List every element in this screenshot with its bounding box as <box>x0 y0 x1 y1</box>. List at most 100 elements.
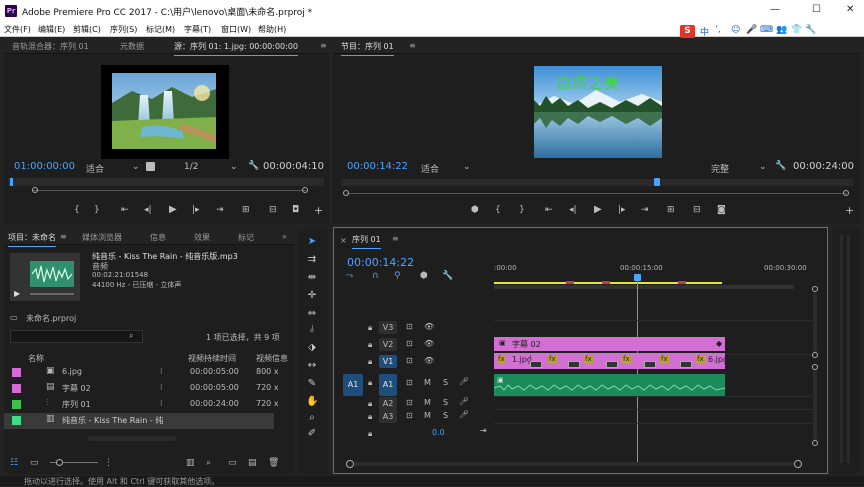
v1-clips[interactable]: fx 1.jpg fx fx fx fx fx 6.jpg <box>494 353 728 369</box>
tab-program[interactable]: 节目：序列 01 <box>341 41 394 56</box>
time-ruler-track[interactable] <box>494 285 794 289</box>
rolling-edit-tool-icon[interactable]: ✛ <box>306 290 318 301</box>
v-scroll-handle-mid[interactable] <box>812 352 818 358</box>
zoom-tool-icon[interactable]: ⌕ <box>306 412 318 423</box>
add-button-icon[interactable]: + <box>314 204 323 217</box>
video-vertical-scrollbar[interactable] <box>813 292 817 352</box>
sync-lock-icon[interactable]: ⊡ <box>406 411 413 420</box>
chevron-down-icon[interactable]: ⌄ <box>463 162 471 172</box>
close-tab-icon[interactable]: × <box>340 236 347 245</box>
tab-audio-mixer[interactable]: 音轨混合器：序列 01 <box>12 41 89 52</box>
icon-view-icon[interactable]: ▭ <box>30 458 39 468</box>
solo-button[interactable]: S <box>443 398 448 407</box>
zoom-handle-left[interactable] <box>32 187 38 193</box>
selection-tool-icon[interactable]: ➤ <box>306 236 318 247</box>
track-a1-label[interactable]: A1 <box>379 374 397 396</box>
go-to-out-icon[interactable]: ⇥ <box>216 205 224 215</box>
play-icon[interactable]: ▶ <box>594 204 602 215</box>
wrench-icon[interactable]: 🔧 <box>775 161 786 171</box>
v-scroll-handle-bottom[interactable] <box>812 440 818 446</box>
zoom-slider-handle[interactable] <box>56 459 63 466</box>
sort-icon[interactable]: ⋮ <box>104 458 113 468</box>
project-panel-menu-icon[interactable]: ≡ <box>60 232 67 241</box>
preview-scrubber[interactable] <box>30 293 74 295</box>
timeline-settings-wrench-icon[interactable]: 🔧 <box>442 271 453 281</box>
track-v1-label[interactable]: V1 <box>379 355 397 368</box>
step-back-icon[interactable]: ◂| <box>144 205 152 215</box>
sync-lock-icon[interactable]: ⊡ <box>406 322 413 331</box>
step-forward-icon[interactable]: |▸ <box>618 205 626 215</box>
source-panel-menu-icon[interactable]: ≡ <box>320 41 327 50</box>
menu-marker[interactable]: 标记(M) <box>146 24 175 35</box>
sync-lock-icon[interactable]: ⊡ <box>406 398 413 407</box>
source-scrub-bar[interactable] <box>8 178 324 186</box>
ime-user-icon[interactable]: 👥 <box>776 25 787 35</box>
sync-lock-icon[interactable]: ⊡ <box>406 356 413 365</box>
tab-effects[interactable]: 效果 <box>194 232 210 243</box>
eye-icon[interactable]: 👁 <box>424 339 434 348</box>
microphone-icon[interactable]: 🎤︎ <box>459 377 469 386</box>
master-volume-value[interactable]: 0.0 <box>432 428 445 437</box>
tab-project[interactable]: 项目：未命名 <box>8 232 56 247</box>
insert-icon[interactable]: ⊞ <box>242 205 250 215</box>
automate-to-sequence-icon[interactable]: ▥ <box>186 458 195 468</box>
sync-lock-icon[interactable]: ⊡ <box>406 378 413 387</box>
mark-in-icon[interactable]: { <box>495 205 501 215</box>
ime-voice-icon[interactable]: 🎤 <box>746 25 757 35</box>
eye-icon[interactable]: 👁 <box>424 356 434 365</box>
delete-icon[interactable]: 🗑 <box>268 458 279 468</box>
sync-lock-icon[interactable]: ⊡ <box>406 339 413 348</box>
lock-icon[interactable]: 🔒︎ <box>368 399 372 409</box>
snap-icon[interactable]: ∩ <box>372 271 379 281</box>
tab-markers[interactable]: 标记 <box>238 232 254 243</box>
ime-emoji-icon[interactable]: ☺ <box>731 25 740 35</box>
tab-metadata[interactable]: 元数据 <box>120 41 144 52</box>
zoom-handle-right[interactable] <box>843 190 849 196</box>
source-resolution-dropdown[interactable]: 1/2 <box>184 162 198 172</box>
ime-chinese-toggle[interactable]: 中 <box>700 25 709 38</box>
program-fit-dropdown[interactable]: 适合 <box>421 162 439 175</box>
linked-selection-icon[interactable]: ⚲ <box>394 271 401 281</box>
program-panel-menu-icon[interactable]: ≡ <box>409 41 416 50</box>
h-scroll-handle-left[interactable] <box>346 460 354 468</box>
microphone-icon[interactable]: 🎤︎ <box>459 410 469 419</box>
overwrite-icon[interactable]: ⊟ <box>269 205 277 215</box>
h-scroll-handle-right[interactable] <box>794 460 802 468</box>
maximize-button[interactable]: ☐ <box>812 4 821 15</box>
extract-icon[interactable]: ⊟ <box>693 205 701 215</box>
project-search-input[interactable]: ⌕ <box>10 330 143 343</box>
program-playhead[interactable] <box>654 178 660 186</box>
pen-alt-tool-icon[interactable]: ✐ <box>306 428 318 439</box>
menu-file[interactable]: 文件(F) <box>4 24 31 35</box>
menu-sequence[interactable]: 序列(S) <box>110 24 137 35</box>
safe-margin-icon[interactable] <box>146 162 155 171</box>
lock-icon[interactable]: 🔒︎ <box>368 412 372 422</box>
program-timecode[interactable]: 00:00:14:22 <box>347 161 408 172</box>
clip-end-handle[interactable]: ◆ <box>716 339 722 348</box>
tab-source[interactable]: 源：序列 01: 1.jpg: 00:00:00:00 <box>174 41 299 56</box>
mute-button[interactable]: M <box>424 378 431 387</box>
title-clip[interactable]: ▣ 字幕 02 ◆ <box>494 337 725 351</box>
ripple-edit-tool-icon[interactable]: ⇹ <box>306 272 318 283</box>
razor-tool-icon[interactable]: ⫰ <box>306 324 318 335</box>
timeline-timecode[interactable]: 00:00:14:22 <box>347 256 414 269</box>
chevron-down-icon[interactable]: ⌄ <box>132 162 140 172</box>
track-a2-label[interactable]: A2 <box>379 397 397 410</box>
lock-icon[interactable]: 🔒︎ <box>368 340 372 350</box>
eye-icon[interactable]: 👁 <box>424 322 434 331</box>
program-quality-dropdown[interactable]: 完整 <box>711 162 729 175</box>
track-select-tool-icon[interactable]: ⇉ <box>306 254 318 265</box>
tab-sequence[interactable]: 序列 01 <box>352 234 381 249</box>
list-item[interactable]: ▣ 6.jpg ⁝ 00:00:05:00 800 x <box>4 365 294 380</box>
slide-tool-icon[interactable]: ↔ <box>306 360 318 371</box>
timeline-horizontal-scrollbar[interactable] <box>354 462 794 466</box>
label-color-swatch[interactable] <box>12 368 21 377</box>
go-to-in-icon[interactable]: ⇤ <box>121 205 129 215</box>
mute-button[interactable]: M <box>424 411 431 420</box>
source-timecode[interactable]: 01:00:00:00 <box>14 161 75 172</box>
hand-tool-icon[interactable]: ✋ <box>306 396 318 407</box>
sogou-logo[interactable]: S <box>680 25 695 38</box>
audio-vertical-scrollbar[interactable] <box>813 370 817 440</box>
menu-edit[interactable]: 编辑(E) <box>38 24 65 35</box>
find-icon[interactable]: ⌕ <box>206 458 211 468</box>
